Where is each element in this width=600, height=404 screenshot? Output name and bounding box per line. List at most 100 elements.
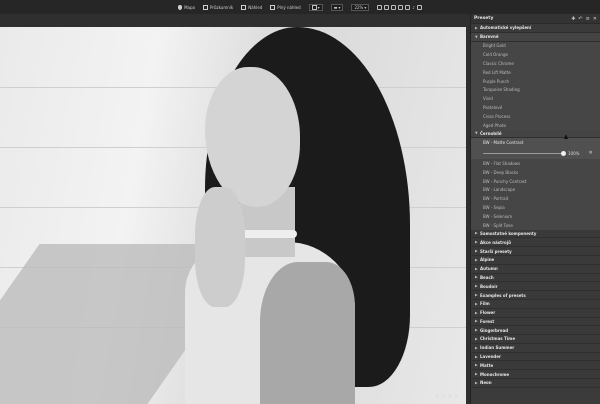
category-row[interactable]: ▶ Beach: [471, 273, 600, 283]
preset-item[interactable]: Cross Process: [471, 111, 600, 121]
category-row[interactable]: ▶ Matte: [471, 361, 600, 371]
slider-knob[interactable]: [560, 150, 566, 156]
category-row[interactable]: ▶ Samostatné komponenty: [471, 229, 600, 239]
category-label: Starší presety: [480, 248, 512, 254]
category-row[interactable]: ▶ Autumn: [471, 264, 600, 274]
category-label: Monochrome: [480, 371, 510, 377]
image-icon: [241, 4, 247, 10]
music-note-icon[interactable]: ♪: [412, 5, 415, 10]
remove-preset-icon[interactable]: ✕: [588, 150, 592, 156]
browser-label: Průzkumník: [209, 4, 234, 10]
rating-stars[interactable]: ★★★★: [434, 393, 460, 400]
preset-item[interactable]: BW - Sepia: [471, 203, 600, 212]
view-button[interactable]: Náhled: [241, 4, 262, 10]
category-row[interactable]: ▶ Alpine: [471, 255, 600, 265]
mouse-cursor-icon: [564, 134, 568, 139]
category-label: Christmas Time: [480, 336, 516, 342]
category-row[interactable]: ▶ Forest: [471, 317, 600, 327]
actual-size-icon[interactable]: [384, 4, 390, 10]
category-label: Lavender: [480, 354, 501, 360]
preset-item[interactable]: Red Lift Matte: [471, 67, 600, 77]
presets-panel: Presety ✚ ↶ ≡ ✕ ▶ Automatické vylepšení …: [470, 14, 600, 404]
category-label: Beach: [480, 274, 494, 280]
display-mode-icon: [311, 4, 317, 10]
category-label: Matte: [480, 362, 494, 368]
category-row[interactable]: ▶ Indian Summer: [471, 343, 600, 353]
category-row[interactable]: ▶ Akce nástrojů: [471, 238, 600, 248]
category-row[interactable]: ▶ Monochrome: [471, 370, 600, 380]
category-row[interactable]: ▶ Flower: [471, 308, 600, 318]
category-row[interactable]: ▶ Boudoir: [471, 282, 600, 292]
shoulder-shadow: [260, 262, 355, 404]
preset-item[interactable]: BW - Deep Blacks: [471, 167, 600, 177]
preset-item[interactable]: BW - Selenium: [471, 211, 600, 221]
category-row[interactable]: ▶ Lavender: [471, 352, 600, 362]
category-row[interactable]: ▶ Christmas Time: [471, 335, 600, 344]
category-row[interactable]: ▶ Examples of presets: [471, 291, 600, 300]
undo-icon[interactable]: ↶: [578, 16, 582, 22]
preset-strength-slider[interactable]: 100% ✕: [471, 147, 600, 160]
category-row[interactable]: ▶ Starší presety: [471, 247, 600, 256]
chevron-down-icon: ▾: [317, 4, 320, 10]
category-label: Forest: [480, 318, 495, 324]
export-icon[interactable]: [416, 4, 422, 10]
preset-item[interactable]: BW - Landscape: [471, 185, 600, 195]
hand: [195, 187, 245, 307]
category-color[interactable]: ▼ Barevné: [471, 32, 600, 42]
preset-item[interactable]: BW - Split Tone: [471, 220, 600, 230]
map-button[interactable]: Mapa: [178, 4, 195, 10]
photo-viewer[interactable]: ★★★★: [0, 14, 470, 404]
photo: [0, 27, 466, 404]
category-label: Examples of presets: [480, 292, 526, 298]
fullscreen-button[interactable]: Plný náhled: [270, 4, 301, 10]
crop-icon[interactable]: [398, 4, 404, 10]
slider-track[interactable]: [483, 150, 566, 156]
category-label: Boudoir: [480, 283, 498, 289]
category-label: Gingerbread: [480, 327, 509, 333]
preset-item[interactable]: Cold Orange: [471, 50, 600, 60]
category-label: Autumn: [480, 266, 498, 272]
category-label: Akce nástrojů: [480, 239, 512, 245]
slider-value: 100%: [568, 150, 580, 156]
lock-icon[interactable]: [405, 4, 411, 10]
fullscreen-label: Plný náhled: [277, 4, 301, 10]
presets-list: ▶ Automatické vylepšení ▼ Barevné Bright…: [471, 24, 600, 388]
add-icon[interactable]: ✚: [571, 16, 575, 22]
preset-item[interactable]: Pastelové: [471, 103, 600, 112]
display-mode-dropdown[interactable]: ▾: [308, 3, 323, 11]
browser-grid-icon: [202, 4, 208, 10]
fit-icon[interactable]: [377, 4, 383, 10]
compare-dropdown[interactable]: ▬ ▾: [330, 3, 344, 11]
chevron-down-icon: ▾: [364, 4, 367, 10]
preset-item[interactable]: BW - Punchy Contrast: [471, 176, 600, 186]
category-row[interactable]: ▶ Neon: [471, 379, 600, 388]
map-label: Mapa: [184, 4, 195, 10]
preset-item[interactable]: Purple Punch: [471, 76, 600, 86]
close-icon[interactable]: ✕: [593, 16, 597, 22]
category-label: Flower: [480, 310, 496, 316]
preset-item-active[interactable]: BW - Matte Contrast: [471, 138, 600, 148]
category-label: Neon: [480, 380, 492, 386]
panel-header-icons: ✚ ↶ ≡ ✕: [571, 16, 597, 22]
preset-item[interactable]: BW - Portrait: [471, 194, 600, 204]
preset-item[interactable]: Turquoise Shading: [471, 85, 600, 95]
collapsed-categories: ▶ Samostatné komponenty ▶ Akce nástrojů ▶ Sta…: [471, 229, 600, 388]
zoom-value: 22%: [354, 4, 364, 10]
panel-header: Presety ✚ ↶ ≡ ✕: [471, 14, 600, 24]
category-row[interactable]: ▶ Film: [471, 299, 600, 309]
category-label: Samostatné komponenty: [480, 230, 537, 236]
panel-title: Presety: [474, 16, 494, 21]
category-auto[interactable]: ▶ Automatické vylepšení: [471, 24, 600, 33]
category-bw[interactable]: ▼ Černobílé: [471, 129, 600, 139]
preset-item[interactable]: Classic Chrome: [471, 59, 600, 68]
preset-item[interactable]: Aged Photo: [471, 120, 600, 130]
grid-overlay-icon[interactable]: [391, 4, 397, 10]
compare-icon: ▬: [333, 4, 338, 10]
category-row[interactable]: ▶ Gingerbread: [471, 326, 600, 336]
browser-button[interactable]: Průzkumník: [202, 4, 234, 10]
menu-icon[interactable]: ≡: [586, 16, 590, 22]
preset-item[interactable]: Bright Gold: [471, 41, 600, 51]
preset-item[interactable]: Vivid: [471, 94, 600, 104]
zoom-dropdown[interactable]: 22% ▾: [351, 3, 370, 11]
preset-item[interactable]: BW - Flat Shadows: [471, 159, 600, 168]
